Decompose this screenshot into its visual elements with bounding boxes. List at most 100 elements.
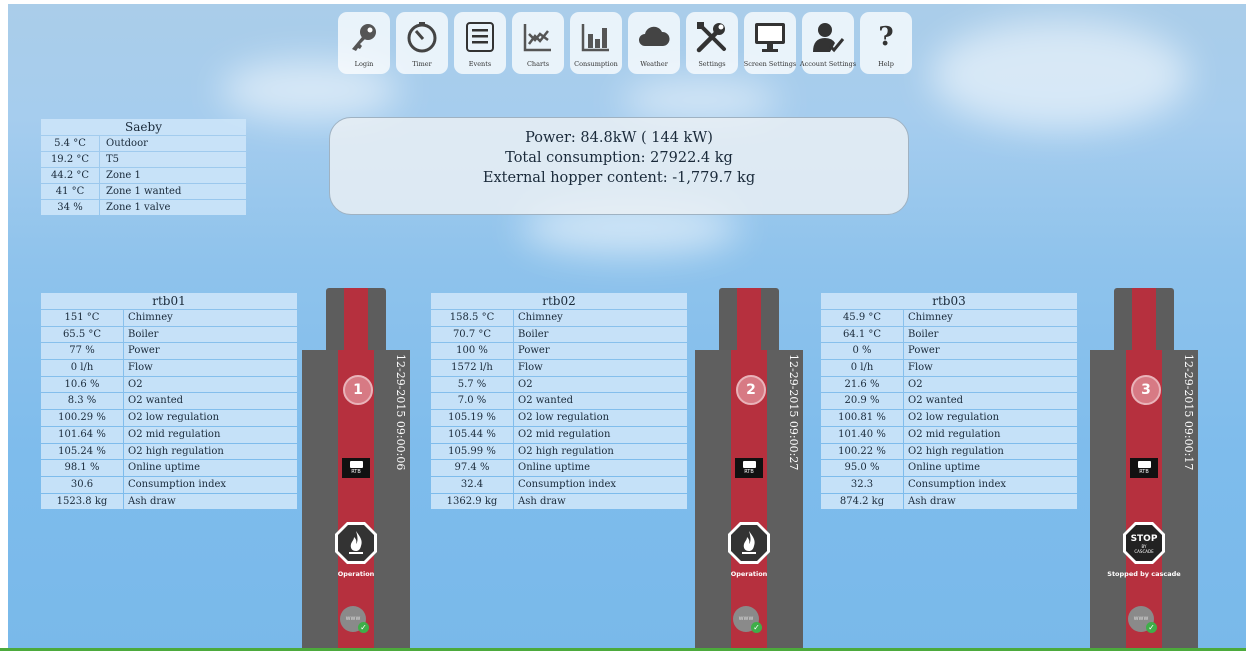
unit-cap-stripe <box>1132 288 1156 352</box>
device-label: Boiler <box>124 326 297 343</box>
rtb-logo-text: RTB <box>1139 469 1149 475</box>
device-value: 151 °C <box>41 310 123 326</box>
device-label: O2 <box>124 376 297 393</box>
unit-status-text: Operation <box>730 570 768 578</box>
unit-status-text: Operation <box>337 570 375 578</box>
help-button[interactable]: ? Help <box>860 12 912 74</box>
device-value: 30.6 <box>41 476 123 493</box>
station-title: Saeby <box>41 119 246 135</box>
device-row: 97.4 % Online uptime <box>431 460 687 476</box>
consumption-button[interactable]: Consumption <box>570 12 622 74</box>
device-row: 100.81 % O2 low regulation <box>821 410 1077 426</box>
device-label: Flow <box>124 360 297 376</box>
toolbar-label: Login <box>354 60 374 68</box>
login-button[interactable]: Login <box>338 12 390 74</box>
device-label: O2 low regulation <box>904 410 1077 426</box>
device-value: 0 l/h <box>41 360 123 376</box>
station-label: T5 <box>100 152 246 167</box>
device-label: Online uptime <box>124 460 297 476</box>
device-value: 100.22 % <box>821 443 903 460</box>
station-value: 19.2 °C <box>41 152 99 167</box>
station-value: 34 % <box>41 200 99 215</box>
device-row: 10.6 % O2 <box>41 376 297 393</box>
screen-settings-button[interactable]: Screen Settings <box>744 12 796 74</box>
device-row: 7.0 % O2 wanted <box>431 393 687 410</box>
device-value: 874.2 kg <box>821 493 903 510</box>
device-label: Power <box>514 343 687 360</box>
stop-sign-line1: STOP <box>1131 534 1158 544</box>
device-value: 100 % <box>431 343 513 360</box>
device-row: 77 % Power <box>41 343 297 360</box>
device-value: 97.4 % <box>431 460 513 476</box>
station-row: 5.4 °C Outdoor <box>41 136 246 151</box>
station-label: Zone 1 wanted <box>100 184 246 199</box>
events-button[interactable]: Events <box>454 12 506 74</box>
toolbar-label: Consumption <box>574 60 618 68</box>
rtb-logo-text: RTB <box>744 469 754 475</box>
device-row: 70.7 °C Boiler <box>431 326 687 343</box>
device-value: 1523.8 kg <box>41 493 123 510</box>
boiler-unit-2[interactable]: 2 12-29-2015 09:00:27 RTB Operation www ✓ <box>695 288 803 650</box>
device-label: O2 mid regulation <box>514 426 687 443</box>
unit-number-badge: 1 <box>343 375 373 405</box>
device-value: 95.0 % <box>821 460 903 476</box>
summary-panel: Power: 84.8kW ( 144 kW) Total consumptio… <box>329 117 909 215</box>
device-value: 21.6 % <box>821 376 903 393</box>
check-icon: ✓ <box>1146 622 1157 633</box>
device-value: 101.40 % <box>821 426 903 443</box>
timer-button[interactable]: Timer <box>396 12 448 74</box>
device-label: O2 high regulation <box>514 443 687 460</box>
device-label: O2 <box>514 376 687 393</box>
device-value: 65.5 °C <box>41 326 123 343</box>
device-row: 105.24 % O2 high regulation <box>41 443 297 460</box>
toolbar-label: Settings <box>698 60 726 68</box>
device-value: 45.9 °C <box>821 310 903 326</box>
device-row: 105.99 % O2 high regulation <box>431 443 687 460</box>
device-row: 1362.9 kg Ash draw <box>431 493 687 510</box>
rtb-logo-text: RTB <box>351 469 361 475</box>
account-settings-button[interactable]: Account Settings <box>799 12 857 74</box>
unit-cap-stripe <box>737 288 761 352</box>
toolbar-label: Events <box>468 60 492 68</box>
device-label: O2 high regulation <box>904 443 1077 460</box>
device-table-rtb03: rtb03 45.9 °C Chimney 64.1 °C Boiler 0 % Power… <box>821 293 1077 510</box>
device-title: rtb03 <box>821 293 1077 309</box>
weather-button[interactable]: Weather <box>628 12 680 74</box>
chart-icon <box>517 16 559 58</box>
unit-status-text: Stopped by cascade <box>1107 570 1181 578</box>
device-row: 21.6 % O2 <box>821 376 1077 393</box>
device-label: Ash draw <box>904 493 1077 510</box>
device-value: 98.1 % <box>41 460 123 476</box>
rtb-logo: RTB <box>342 458 370 478</box>
rtb-logo: RTB <box>1130 458 1158 478</box>
device-value: 101.64 % <box>41 426 123 443</box>
top-frame <box>0 0 1246 4</box>
device-label: Online uptime <box>904 460 1077 476</box>
device-row: 874.2 kg Ash draw <box>821 493 1077 510</box>
unit-cap-stripe <box>344 288 368 352</box>
toolbar-label: Account Settings <box>799 60 857 68</box>
station-label: Zone 1 <box>100 168 246 183</box>
device-table-rtb01: rtb01 151 °C Chimney 65.5 °C Boiler 77 % Power… <box>41 293 297 510</box>
check-icon: ✓ <box>358 622 369 633</box>
device-label: Chimney <box>514 310 687 326</box>
boiler-unit-1[interactable]: 1 12-29-2015 09:00:06 RTB Operation www ✓ <box>302 288 410 650</box>
cloud-icon <box>633 16 675 58</box>
device-row: 100.29 % O2 low regulation <box>41 410 297 426</box>
tools-icon <box>691 16 733 58</box>
list-icon <box>459 16 501 58</box>
device-label: O2 low regulation <box>124 410 297 426</box>
device-row: 95.0 % Online uptime <box>821 460 1077 476</box>
station-value: 44.2 °C <box>41 168 99 183</box>
device-row: 20.9 % O2 wanted <box>821 393 1077 410</box>
network-label: www <box>738 615 754 622</box>
unit-timestamp: 12-29-2015 09:00:17 <box>1182 354 1195 471</box>
settings-button[interactable]: Settings <box>686 12 738 74</box>
device-label: O2 mid regulation <box>124 426 297 443</box>
charts-button[interactable]: Charts <box>512 12 564 74</box>
device-value: 0 l/h <box>821 360 903 376</box>
boiler-unit-3[interactable]: 3 12-29-2015 09:00:17 RTB STOP BY CASCADE Stop… <box>1090 288 1198 650</box>
device-value: 20.9 % <box>821 393 903 410</box>
unit-number-badge: 3 <box>1131 375 1161 405</box>
left-frame <box>0 0 8 651</box>
